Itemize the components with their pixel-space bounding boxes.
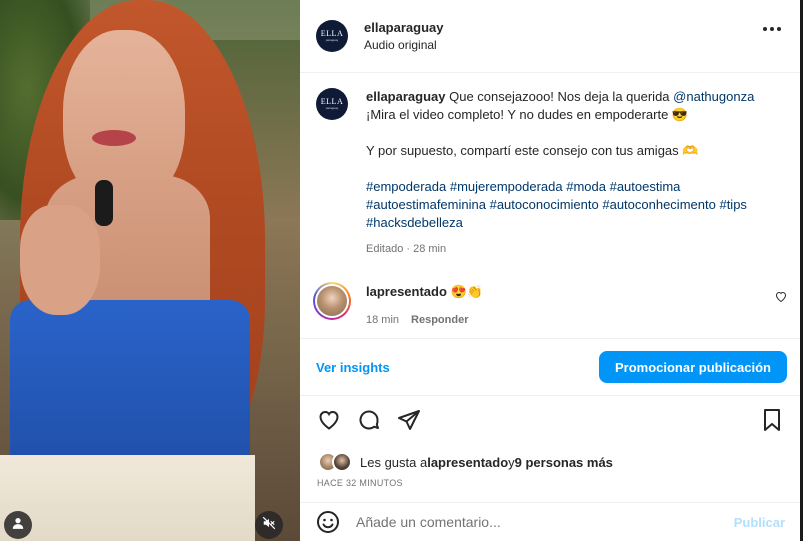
comment-like-heart-icon[interactable] <box>775 290 787 308</box>
caption-username-link[interactable]: ellaparaguay <box>366 89 446 104</box>
author-avatar[interactable]: ELLA paraguay <box>316 20 348 52</box>
comment-item: lapresentado 😍👏 18 min Responder <box>300 282 803 326</box>
reel-video[interactable] <box>0 0 300 541</box>
hashtag-link[interactable]: #autoestimafeminina <box>366 197 486 212</box>
post-header: ELLA paraguay ellaparaguay Audio origina… <box>300 0 803 73</box>
caption-mention-link[interactable]: @nathugonza <box>673 89 754 104</box>
comment-time: 18 min <box>366 314 400 326</box>
avatar-logo-text: ELLA <box>320 29 344 38</box>
hashtag-link[interactable]: #hacksdebelleza <box>366 215 463 230</box>
reply-button[interactable]: Responder <box>411 314 468 326</box>
mute-toggle-button[interactable] <box>255 511 283 539</box>
hashtag-link[interactable]: #mujerempoderada <box>450 179 563 194</box>
view-insights-link[interactable]: Ver insights <box>316 360 390 375</box>
insights-bar: Ver insights Promocionar publicación <box>300 338 803 396</box>
audio-link[interactable]: Audio original <box>364 38 444 52</box>
hashtag-link[interactable]: #autoestima <box>610 179 681 194</box>
hashtag-link[interactable]: #empoderada <box>366 179 446 194</box>
video-subject-hand <box>20 205 100 315</box>
hashtag-link[interactable]: #moda <box>566 179 606 194</box>
paper-plane-icon[interactable] <box>396 407 422 433</box>
speaker-muted-icon <box>262 516 276 535</box>
caption-author-avatar[interactable]: ELLA paraguay <box>316 88 348 120</box>
heart-icon[interactable] <box>316 407 342 433</box>
caption-meta: Editado · 28 min <box>366 243 447 255</box>
likes-others-link[interactable]: 9 personas más <box>515 455 613 470</box>
liker-username-link[interactable]: lapresentado <box>427 455 508 470</box>
caption-paragraph: Y por supuesto, compartí este consejo co… <box>366 143 699 158</box>
avatar-logo-text: ELLA <box>320 97 344 106</box>
hashtag-link[interactable]: #autoconocimiento <box>490 197 599 212</box>
more-options-icon[interactable] <box>763 27 781 31</box>
hashtag-link[interactable]: #tips <box>719 197 746 212</box>
likers-avatars <box>318 452 356 472</box>
commenter-username-link[interactable]: lapresentado <box>366 284 447 299</box>
video-subject-pants <box>0 455 255 541</box>
post-caption: ELLA paraguay ellaparaguay Que consejazo… <box>300 74 803 258</box>
user-tag-icon <box>11 516 25 535</box>
author-username-link[interactable]: ellaparaguay <box>364 20 444 35</box>
avatar-logo-subtext: paraguay <box>325 38 339 42</box>
caption-text-continued: ¡Mira el video completo! Y no dudes en e… <box>366 107 689 122</box>
commenter-avatar[interactable] <box>313 282 351 320</box>
video-subject-lips <box>92 130 136 146</box>
smiley-icon[interactable] <box>316 510 340 534</box>
avatar-logo-subtext: paraguay <box>325 106 339 110</box>
comment-bubble-icon[interactable] <box>356 407 382 433</box>
add-comment-bar: Publicar <box>300 502 803 541</box>
post-actions <box>316 405 785 435</box>
video-subject-face <box>63 30 185 205</box>
video-microphone <box>95 180 113 226</box>
comment-input[interactable] <box>356 514 734 530</box>
bookmark-icon[interactable] <box>759 407 785 433</box>
promote-post-button[interactable]: Promocionar publicación <box>598 351 787 383</box>
comments-section[interactable]: ELLA paraguay ellaparaguay Que consejazo… <box>300 74 803 338</box>
caption-text: Que consejazooo! Nos deja la querida <box>445 89 674 104</box>
video-subject-top <box>10 300 250 480</box>
publish-comment-button[interactable]: Publicar <box>734 515 785 530</box>
post-timestamp[interactable]: HACE 32 MINUTOS <box>317 478 403 488</box>
tagged-users-button[interactable] <box>4 511 32 539</box>
caption-hashtags: #empoderada #mujerempoderada #moda #auto… <box>366 178 776 232</box>
post-details-panel: ELLA paraguay ellaparaguay Audio origina… <box>300 0 803 541</box>
comment-text: 😍👏 <box>450 284 483 299</box>
hashtag-link[interactable]: #autoconhecimento <box>602 197 715 212</box>
likes-summary[interactable]: Les gusta a lapresentado y 9 personas má… <box>318 452 613 472</box>
likes-prefix: Les gusta a <box>360 454 428 470</box>
